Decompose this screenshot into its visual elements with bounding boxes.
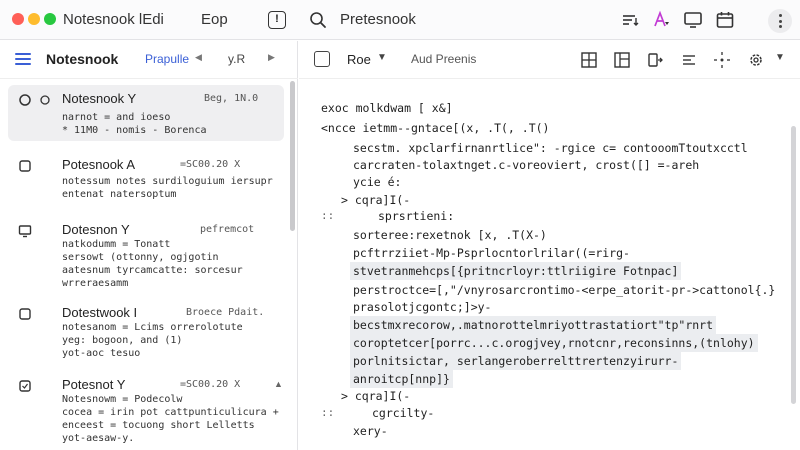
code-line: > cqra]I(- — [341, 389, 411, 403]
notes-sidebar: Notesnook Prapulle ◀ y.R ▶ Notesnook Y B… — [0, 41, 298, 450]
code-line: carcraten-tolaxtnget.c-voreoviert, crost… — [353, 158, 700, 172]
check-note-icon — [19, 380, 31, 392]
code-line: secstm. xpclarfirnanrtlice": -rgice c= c… — [353, 141, 748, 155]
minimize-window-button[interactable] — [28, 13, 40, 25]
maximize-window-button[interactable] — [44, 13, 56, 25]
code-line: prasolotjcgontc;]>y- — [353, 300, 492, 314]
note-icon — [19, 308, 31, 320]
editor-toolbar: Roe ▼ Aud Preenis ▼ — [299, 41, 800, 79]
note-preview-line: notessum notes surdiloguium iersupr — [62, 176, 273, 187]
monitor-icon[interactable] — [683, 10, 703, 30]
note-date: pefremcot — [200, 224, 255, 235]
sort-dropdown[interactable]: y.R — [228, 52, 245, 66]
sidebar-header: Notesnook Prapulle ◀ y.R ▶ — [0, 41, 298, 79]
note-date: Broece Pdait. — [186, 307, 265, 318]
note-icon — [19, 160, 31, 172]
export-icon[interactable] — [646, 51, 664, 69]
code-line: ycie é: — [353, 175, 402, 189]
code-line: xery- — [353, 424, 388, 438]
code-line: <ncce ietmm--gntace[(x, .T(, .T() — [321, 121, 550, 135]
note-date: =SC00.20 X — [180, 379, 241, 390]
note-preview-line: yot-aoc tesuo — [62, 348, 141, 359]
note-preview-line: aatesnum tyrcamcatte: sorcesur — [62, 265, 243, 276]
circle-icon — [19, 94, 31, 106]
note-title: Notesnook Y — [62, 91, 137, 106]
code-line: sorteree:rexetnok [x, .T(X-) — [353, 228, 547, 242]
note-preview-line: entenat natersoptum — [62, 189, 177, 200]
code-line: cgrcilty- — [372, 406, 435, 420]
code-line: becstmxrecorow,.matnorottelmriyottrastat… — [350, 316, 717, 334]
note-preview-line: cocea = irin pot cattpunticulicura + — [62, 407, 279, 418]
chevron-up-icon[interactable]: ▲ — [274, 379, 283, 389]
note-preview-line: yot-aesaw-y. — [62, 433, 135, 444]
code-line: coroptetcer[porrc...c.orogjvey,rnotcnr,r… — [350, 334, 758, 352]
info-icon[interactable]: ! — [268, 11, 286, 29]
list-item[interactable]: Dotesnon Y pefremcot natkodumm = Tonatt … — [8, 216, 284, 289]
list-item[interactable]: Dotestwook I Broece Pdait. notesanom = L… — [8, 299, 284, 361]
editor-scrollbar[interactable] — [791, 126, 796, 404]
code-line: exoc molkdwam [ x&] — [321, 101, 453, 115]
app-title: Notesnook lEdi — [63, 11, 164, 28]
note-preview-line: narnot = and ioeso — [62, 112, 171, 123]
radio-icon[interactable] — [40, 95, 50, 105]
code-line: porlnitsictar, serlangeroberrelttrertenz… — [350, 352, 682, 370]
grid-icon[interactable] — [580, 51, 598, 69]
search-field[interactable]: Pretesnook — [340, 11, 416, 28]
layout-icon[interactable] — [613, 51, 631, 69]
fold-marker[interactable]: :: — [321, 209, 334, 222]
monitor-icon — [18, 225, 32, 238]
chevron-down-icon[interactable]: ▼ — [775, 52, 785, 63]
note-preview-line: * 11M0 - nomis - Borenca — [62, 125, 207, 136]
align-icon[interactable] — [680, 51, 698, 69]
note-title: Potesnook A — [62, 157, 135, 172]
filter-dropdown[interactable]: Prapulle — [145, 52, 189, 66]
close-window-button[interactable] — [12, 13, 24, 25]
mode-dropdown[interactable]: Roe — [347, 52, 371, 67]
search-icon[interactable] — [309, 11, 327, 29]
sidebar-scrollbar[interactable] — [290, 81, 295, 231]
list-item[interactable]: Notesnook Y Beg, 1N.0 narnot = and ioeso… — [8, 85, 284, 141]
note-preview-line: notesanom = Lcims orrerolotute — [62, 322, 243, 333]
note-title: Potesnot Y — [62, 377, 126, 392]
note-title: Dotestwook I — [62, 305, 138, 320]
note-preview-line: enceest = tocuong short Lelletts — [62, 420, 255, 431]
chevron-left-icon[interactable]: ◀ — [195, 52, 202, 63]
note-date: =SC00.20 X — [180, 159, 241, 170]
gear-icon[interactable] — [747, 51, 765, 69]
more-options-icon[interactable] — [768, 9, 792, 33]
checkbox-icon[interactable] — [314, 51, 330, 67]
list-item[interactable]: Potesnook A =SC00.20 X notessum notes su… — [8, 151, 284, 207]
focus-icon[interactable] — [713, 51, 731, 69]
code-line: anroitcp[nnp]} — [350, 370, 453, 388]
calendar-icon[interactable] — [715, 10, 735, 30]
note-preview-line: yeg: bogoon, and (1) — [62, 335, 183, 346]
preview-button[interactable]: Aud Preenis — [411, 52, 476, 66]
fold-marker[interactable]: :: — [321, 406, 334, 419]
chevron-right-icon[interactable]: ▶ — [268, 52, 275, 63]
sidebar-title: Notesnook — [46, 51, 119, 67]
sort-lines-icon[interactable] — [620, 10, 640, 30]
note-preview-line: wrreraesamm — [62, 278, 129, 289]
list-item[interactable]: Potesnot Y =SC00.20 X ▲ Notesnowm = Pode… — [8, 371, 284, 447]
text-color-icon[interactable] — [651, 10, 671, 30]
chevron-down-icon[interactable]: ▼ — [377, 52, 387, 63]
note-preview-line: natkodumm = Tonatt — [62, 239, 171, 250]
note-preview-line: sersowt (ottonny, ogjgotin — [62, 252, 219, 263]
title-bar: Notesnook lEdi Eop ! Pretesnook — [0, 0, 800, 40]
code-line: sprsrtieni: — [378, 209, 455, 223]
note-preview-line: Notesnowm = Podecolw — [62, 394, 183, 405]
code-line: stvetranmehcps[{pritncrloyr:ttlriigire F… — [350, 262, 682, 280]
note-date: Beg, 1N.0 — [204, 93, 259, 104]
code-line: perstroctce=[,"/vnyrosarcrontimo-<erpe_a… — [353, 283, 776, 297]
menu-icon[interactable] — [15, 53, 31, 65]
code-line: pcftrrziiet-Mp-Psprlocntorlrilar((=rirg- — [353, 246, 630, 260]
note-title: Dotesnon Y — [62, 222, 130, 237]
tab-title[interactable]: Eop — [201, 11, 228, 28]
